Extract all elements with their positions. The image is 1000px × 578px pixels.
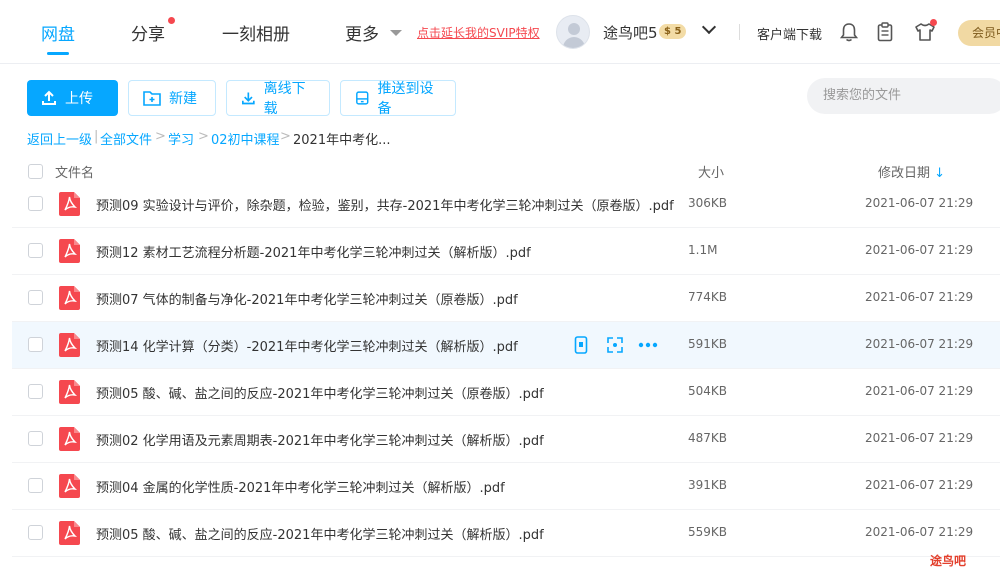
push-to-device-label: 推送到设备 bbox=[377, 81, 434, 117]
bell-icon[interactable] bbox=[840, 22, 858, 42]
watermark-logo: 途鸟吧 bbox=[930, 554, 967, 568]
breadcrumb-all-files[interactable]: 全部文件 bbox=[100, 129, 152, 148]
upload-button[interactable]: 上传 bbox=[27, 80, 118, 116]
pdf-file-icon bbox=[59, 427, 80, 451]
file-size: 1.1M bbox=[688, 243, 718, 257]
pdf-file-icon bbox=[59, 521, 80, 545]
row-checkbox[interactable] bbox=[28, 196, 43, 211]
tshirt-notification-dot bbox=[930, 19, 937, 26]
more-options-icon[interactable] bbox=[638, 342, 658, 348]
breadcrumb-divider: | bbox=[94, 129, 99, 144]
vip-level-badge: $ 5 bbox=[659, 24, 687, 39]
table-row[interactable]: 预测07 气体的制备与净化-2021年中考化学三轮冲刺过关（原卷版）.pdf 77… bbox=[12, 275, 1000, 322]
file-size: 591KB bbox=[688, 337, 728, 351]
column-header-size[interactable]: 大小 bbox=[698, 162, 724, 181]
push-to-device-button[interactable]: 推送到设备 bbox=[340, 80, 456, 117]
breadcrumb-junior-course[interactable]: 02初中课程 bbox=[211, 129, 280, 148]
file-name[interactable]: 预测02 化学用语及元素周期表-2021年中考化学三轮冲刺过关（解析版）.pdf bbox=[96, 430, 544, 449]
row-checkbox[interactable] bbox=[28, 478, 43, 493]
file-modified-date: 2021-06-07 21:29 bbox=[865, 431, 974, 445]
file-modified-date: 2021-06-07 21:29 bbox=[865, 337, 974, 351]
table-row[interactable]: 预测09 实验设计与评价，除杂题，检验，鉴别，共存-2021年中考化学三轮冲刺过… bbox=[12, 181, 1000, 228]
breadcrumb-arrow: > bbox=[155, 129, 166, 144]
user-menu-chevron-icon[interactable] bbox=[701, 19, 717, 35]
row-checkbox[interactable] bbox=[28, 525, 43, 540]
table-row[interactable]: 预测05 酸、碱、盐之间的反应-2021年中考化学三轮冲刺过关（原卷版）.pdf… bbox=[12, 369, 1000, 416]
file-modified-date: 2021-06-07 21:29 bbox=[865, 290, 974, 304]
table-row[interactable]: 预测04 金属的化学性质-2021年中考化学三轮冲刺过关（解析版）.pdf 391… bbox=[12, 463, 1000, 510]
new-label: 新建 bbox=[169, 91, 197, 107]
file-size: 306KB bbox=[688, 196, 728, 210]
file-modified-date: 2021-06-07 21:29 bbox=[865, 243, 974, 257]
tab-more[interactable]: 更多 bbox=[345, 20, 379, 45]
table-row[interactable]: 预测05 酸、碱、盐之间的反应-2021年中考化学三轮冲刺过关（解析版）.pdf… bbox=[12, 510, 1000, 557]
tab-moment-album[interactable]: 一刻相册 bbox=[222, 20, 290, 45]
top-nav: 网盘 分享 一刻相册 更多 点击延长我的SVIP特权 途鸟吧5 $ 5 客户端下… bbox=[0, 0, 1000, 64]
column-header-date-label: 修改日期 bbox=[878, 166, 931, 181]
column-header-name[interactable]: 文件名 bbox=[55, 162, 94, 181]
file-name[interactable]: 预测04 金属的化学性质-2021年中考化学三轮冲刺过关（解析版）.pdf bbox=[96, 477, 505, 496]
table-row[interactable]: 预测12 素材工艺流程分析题-2021年中考化学三轮冲刺过关（解析版）.pdf 1… bbox=[12, 228, 1000, 275]
svip-promo-link[interactable]: 点击延长我的SVIP特权 bbox=[417, 24, 540, 41]
avatar[interactable] bbox=[556, 15, 590, 49]
search-input[interactable]: 搜索您的文件 bbox=[807, 78, 1000, 114]
file-size: 487KB bbox=[688, 431, 728, 445]
select-all-checkbox[interactable] bbox=[28, 164, 43, 179]
breadcrumb-arrow: > bbox=[280, 129, 291, 144]
file-size: 391KB bbox=[688, 478, 728, 492]
file-name[interactable]: 预测05 酸、碱、盐之间的反应-2021年中考化学三轮冲刺过关（原卷版）.pdf bbox=[96, 383, 544, 402]
new-folder-icon bbox=[143, 91, 161, 106]
send-to-phone-icon[interactable] bbox=[574, 336, 588, 354]
share-notification-dot bbox=[168, 17, 175, 24]
active-tab-indicator bbox=[47, 52, 69, 55]
row-checkbox[interactable] bbox=[28, 290, 43, 305]
file-size: 504KB bbox=[688, 384, 728, 398]
file-modified-date: 2021-06-07 21:29 bbox=[865, 384, 974, 398]
file-name[interactable]: 预测07 气体的制备与净化-2021年中考化学三轮冲刺过关（原卷版）.pdf bbox=[96, 289, 518, 308]
file-name[interactable]: 预测05 酸、碱、盐之间的反应-2021年中考化学三轮冲刺过关（解析版）.pdf bbox=[96, 524, 544, 543]
username[interactable]: 途鸟吧5 bbox=[603, 22, 658, 43]
row-checkbox[interactable] bbox=[28, 243, 43, 258]
download-icon bbox=[242, 92, 255, 105]
file-modified-date: 2021-06-07 21:29 bbox=[865, 196, 974, 210]
device-icon bbox=[356, 91, 369, 105]
file-size: 559KB bbox=[688, 525, 728, 539]
table-row[interactable]: 预测14 化学计算（分类）-2021年中考化学三轮冲刺过关（解析版）.pdf 59… bbox=[12, 322, 1000, 369]
upload-icon bbox=[42, 90, 56, 105]
breadcrumb-current: 2021年中考化... bbox=[293, 133, 391, 148]
offline-download-label: 离线下载 bbox=[263, 81, 306, 117]
tab-share[interactable]: 分享 bbox=[131, 20, 165, 45]
file-name[interactable]: 预测12 素材工艺流程分析题-2021年中考化学三轮冲刺过关（解析版）.pdf bbox=[96, 242, 531, 261]
row-checkbox[interactable] bbox=[28, 384, 43, 399]
new-button[interactable]: 新建 bbox=[128, 80, 216, 116]
sort-down-icon: ↓ bbox=[934, 166, 946, 181]
pdf-file-icon bbox=[59, 192, 80, 216]
file-name[interactable]: 预测14 化学计算（分类）-2021年中考化学三轮冲刺过关（解析版）.pdf bbox=[96, 336, 518, 355]
pdf-file-icon bbox=[59, 333, 80, 357]
row-checkbox[interactable] bbox=[28, 431, 43, 446]
breadcrumb-back[interactable]: 返回上一级 bbox=[27, 129, 92, 148]
column-header-date[interactable]: 修改日期 ↓ bbox=[878, 162, 945, 181]
tab-netdisk[interactable]: 网盘 bbox=[41, 20, 75, 45]
pdf-file-icon bbox=[59, 286, 80, 310]
table-row[interactable]: 预测02 化学用语及元素周期表-2021年中考化学三轮冲刺过关（解析版）.pdf… bbox=[12, 416, 1000, 463]
divider bbox=[739, 24, 740, 40]
file-size: 774KB bbox=[688, 290, 728, 304]
share-link-icon[interactable] bbox=[606, 336, 624, 354]
vip-center-button[interactable]: 会员中 bbox=[958, 20, 1000, 46]
clipboard-icon[interactable] bbox=[877, 22, 893, 42]
upload-label: 上传 bbox=[65, 91, 93, 107]
pdf-file-icon bbox=[59, 380, 80, 404]
pdf-file-icon bbox=[59, 474, 80, 498]
offline-download-button[interactable]: 离线下载 bbox=[226, 80, 330, 117]
file-modified-date: 2021-06-07 21:29 bbox=[865, 525, 974, 539]
file-name[interactable]: 预测09 实验设计与评价，除杂题，检验，鉴别，共存-2021年中考化学三轮冲刺过… bbox=[96, 195, 674, 214]
file-modified-date: 2021-06-07 21:29 bbox=[865, 478, 974, 492]
breadcrumb-arrow: > bbox=[198, 129, 209, 144]
row-checkbox[interactable] bbox=[28, 337, 43, 352]
pdf-file-icon bbox=[59, 239, 80, 263]
breadcrumb-study[interactable]: 学习 bbox=[168, 129, 194, 148]
client-download-link[interactable]: 客户端下载 bbox=[757, 24, 822, 43]
more-chevron-icon[interactable] bbox=[390, 30, 402, 36]
